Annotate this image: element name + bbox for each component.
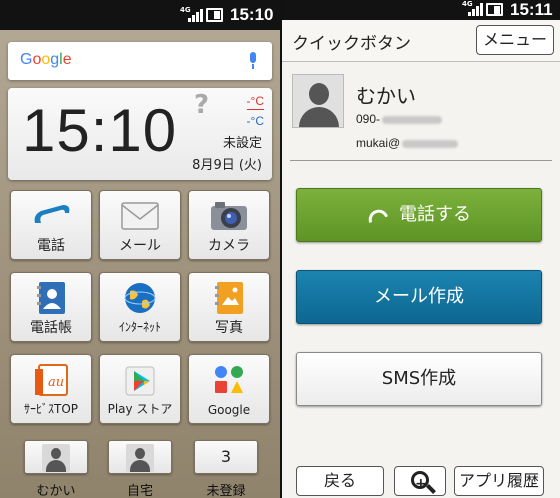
app-label: カメラ [208,238,250,254]
microphone-icon[interactable] [248,52,258,70]
app-photos[interactable]: 写真 [188,272,270,342]
phone-handset-icon [365,206,389,224]
status-bar: 4G 15:10 [0,0,280,30]
globe-icon [124,283,156,313]
quick-contact-label: むかい [36,484,76,498]
location-status: 未設定 [222,136,262,151]
signal-icon [468,3,483,16]
app-label: Google [207,403,251,417]
app-label: メール [119,238,161,254]
app-phone[interactable]: 電話 [10,190,92,260]
contact-name: むかい [356,84,416,108]
app-contacts[interactable]: 電話帳 [10,272,92,342]
quick-contact-home[interactable] [108,440,172,474]
menu-button[interactable]: メニュー [476,25,554,55]
call-label: 電話する [399,204,471,225]
au-icon-text: au [48,375,64,390]
contact-email: mukai@ [356,136,459,150]
app-camera[interactable]: カメラ [188,190,270,260]
status-bar: 4G 15:11 [282,0,560,20]
zoom-handle [426,484,436,494]
app-label: 電話 [37,238,65,254]
status-time: 15:11 [510,0,553,19]
contact-email-prefix: mukai@ [356,136,401,150]
google-logo: Google [20,51,72,68]
quick-contact-number: 3 [220,447,232,466]
compose-mail-button[interactable]: メール作成 [296,270,542,324]
camera-icon [211,202,247,230]
battery-icon [486,3,503,16]
left-phone-screen: 4G 15:10 Google 15:10 ? -°C -°C 未設定 8月9日… [0,0,280,498]
zoom-button[interactable] [394,466,446,498]
clock-time: 15:10 [22,97,178,164]
contacts-icon [37,282,65,314]
play-store-icon [125,366,155,396]
app-internet[interactable]: ｲﾝﾀｰﾈｯﾄ [99,272,181,342]
photo-icon [215,282,243,314]
back-button[interactable]: 戻る [296,466,384,496]
clock-widget[interactable]: 15:10 ? -°C -°C 未設定 8月9日 (火) [8,88,272,180]
google-search-bar[interactable]: Google [8,42,272,80]
app-header: クイックボタン メニュー [282,20,560,62]
app-google[interactable]: Google [188,354,270,424]
app-label: ｻｰﾋﾞｽTOP [23,402,78,416]
redacted-phone [382,115,443,124]
divider [290,160,552,161]
weather-unknown-icon: ? [194,90,210,120]
app-label: Play ストア [107,402,173,416]
avatar [292,74,344,128]
person-icon [126,444,154,472]
temp-low: -°C [246,114,264,128]
app-service-top[interactable]: au ｻｰﾋﾞｽTOP [10,354,92,424]
temp-high: -°C [246,94,264,110]
quick-contact-label: 未登録 [206,484,246,498]
signal-icon [188,9,203,22]
contact-phone: 090- [356,112,443,126]
app-play-store[interactable]: Play ストア [99,354,181,424]
google-apps-icon [215,366,243,393]
person-icon [42,444,70,472]
phone-icon [34,205,70,223]
app-label: 電話帳 [30,320,72,336]
right-phone-screen: 4G 15:11 クイックボタン メニュー むかい 090- mukai@ 電話… [282,0,560,498]
contact-info: むかい 090- mukai@ [282,62,560,162]
app-label: ｲﾝﾀｰﾈｯﾄ [118,320,161,334]
compose-sms-button[interactable]: SMS作成 [296,352,542,406]
battery-icon [206,8,223,22]
contact-phone-prefix: 090- [356,112,381,126]
status-time: 15:10 [230,5,274,24]
app-label: 写真 [215,320,243,336]
mail-icon [121,202,159,230]
app-history-button[interactable]: アプリ履歴 [454,466,544,496]
page-title: クイックボタン [292,34,411,54]
quick-contact-label: 自宅 [126,484,153,498]
footer-bar: 戻る アプリ履歴 [282,462,560,498]
call-button[interactable]: 電話する [296,188,542,242]
clock-date: 8月9日 (火) [192,158,262,173]
redacted-email [402,139,459,148]
quick-contact-unregistered[interactable]: 3 [194,440,258,474]
app-mail[interactable]: メール [99,190,181,260]
quick-contact-mukai[interactable] [24,440,88,474]
au-icon: au [35,364,68,396]
